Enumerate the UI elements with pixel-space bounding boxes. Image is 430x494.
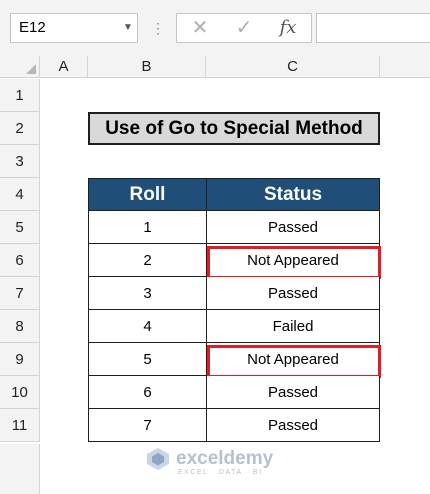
highlight-box bbox=[207, 246, 381, 279]
formula-input[interactable] bbox=[316, 13, 430, 43]
watermark-tagline: EXCEL · DATA · BI bbox=[178, 469, 263, 476]
column-header-filler bbox=[380, 56, 430, 78]
row-header-2[interactable]: 2 bbox=[0, 112, 40, 145]
insert-function-icon[interactable]: fx bbox=[270, 13, 306, 43]
row-header-9[interactable]: 9 bbox=[0, 343, 40, 376]
row-header-4[interactable]: 4 bbox=[0, 178, 40, 211]
table-cell-status[interactable]: Passed bbox=[206, 277, 380, 310]
watermark-name: exceldemy bbox=[176, 448, 274, 469]
row-header-8[interactable]: 8 bbox=[0, 310, 40, 343]
row-header-6[interactable]: 6 bbox=[0, 244, 40, 277]
table-cell-status[interactable]: Passed bbox=[206, 376, 380, 409]
column-header-b[interactable]: B bbox=[88, 56, 206, 78]
table-cell-status[interactable]: Passed bbox=[206, 211, 380, 244]
table-cell-roll[interactable]: 2 bbox=[88, 244, 207, 277]
table-cell-roll[interactable]: 7 bbox=[88, 409, 207, 442]
table-cell-roll[interactable]: 3 bbox=[88, 277, 207, 310]
column-header-a[interactable]: A bbox=[40, 56, 88, 78]
table-cell-roll[interactable]: 6 bbox=[88, 376, 207, 409]
row-header-1[interactable]: 1 bbox=[0, 79, 40, 112]
row-header-7[interactable]: 7 bbox=[0, 277, 40, 310]
row-header-5[interactable]: 5 bbox=[0, 211, 40, 244]
more-options-icon[interactable]: ⋮ bbox=[151, 14, 165, 42]
table-cell-roll[interactable]: 4 bbox=[88, 310, 207, 343]
table-cell-status[interactable]: Passed bbox=[206, 409, 380, 442]
select-all-triangle-icon bbox=[26, 64, 36, 74]
row-header-3[interactable]: 3 bbox=[0, 145, 40, 178]
enter-icon[interactable]: ✓ bbox=[226, 13, 262, 43]
row-header-filler bbox=[0, 444, 40, 494]
table-header-status[interactable]: Status bbox=[206, 178, 380, 211]
sheet-title[interactable]: Use of Go to Special Method bbox=[88, 112, 380, 145]
table-header-roll[interactable]: Roll bbox=[88, 178, 207, 211]
exceldemy-logo-icon bbox=[147, 448, 169, 470]
table-cell-roll[interactable]: 5 bbox=[88, 343, 207, 376]
table-cell-roll[interactable]: 1 bbox=[88, 211, 207, 244]
chevron-down-icon[interactable]: ▼ bbox=[118, 13, 138, 43]
row-header-10[interactable]: 10 bbox=[0, 376, 40, 409]
cancel-icon[interactable]: ✕ bbox=[182, 13, 218, 43]
column-header-c[interactable]: C bbox=[206, 56, 380, 78]
row-header-11[interactable]: 11 bbox=[0, 409, 40, 442]
table-cell-status[interactable]: Failed bbox=[206, 310, 380, 343]
highlight-box bbox=[207, 345, 381, 378]
